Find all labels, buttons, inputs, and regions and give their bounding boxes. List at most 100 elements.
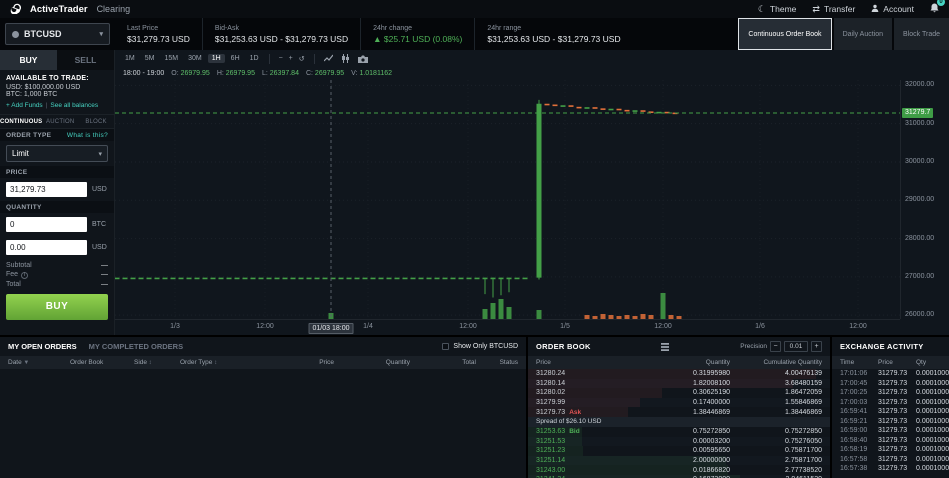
buy-tab[interactable]: BUY bbox=[0, 50, 57, 70]
ob-col-quantity[interactable]: Quantity bbox=[602, 359, 730, 366]
view-tab-continuous-order-book[interactable]: Continuous Order Book bbox=[738, 18, 831, 50]
view-tab-block-trade[interactable]: Block Trade bbox=[894, 18, 949, 50]
account-menu[interactable]: Account bbox=[871, 4, 914, 14]
chart-plot[interactable] bbox=[115, 80, 900, 319]
view-tab-daily-auction[interactable]: Daily Auction bbox=[834, 18, 892, 50]
orderbook-ask-row[interactable]: 31280.141.820081003.68480159 bbox=[528, 379, 830, 389]
act-col-time[interactable]: Time bbox=[840, 359, 878, 366]
notifications-button[interactable]: 0 bbox=[930, 3, 939, 15]
theme-button[interactable]: ☾ Theme bbox=[758, 4, 797, 15]
orders-column-status[interactable]: Status bbox=[476, 359, 518, 366]
main-row: BUY SELL AVAILABLE TO TRADE: USD: $100,0… bbox=[0, 50, 949, 335]
total-label: Feei bbox=[6, 271, 28, 279]
transfer-button[interactable]: ⇄ Transfer bbox=[812, 4, 855, 15]
trade-row[interactable]: 17:00:2531279.730.00010000 bbox=[832, 388, 949, 398]
tab-my-completed-orders[interactable]: MY COMPLETED ORDERS bbox=[89, 342, 183, 351]
quantity-usd-input[interactable] bbox=[6, 240, 87, 255]
timeframe-1m[interactable]: 1M bbox=[121, 54, 139, 63]
trade-row[interactable]: 16:58:1931279.730.00010000 bbox=[832, 445, 949, 455]
reset-zoom-icon[interactable]: ↺ bbox=[296, 55, 308, 63]
price-input[interactable] bbox=[6, 182, 87, 197]
orders-column-date[interactable]: Date ▼ bbox=[8, 359, 70, 366]
orders-column-quantity[interactable]: Quantity bbox=[334, 359, 410, 366]
orders-column-order-book[interactable]: Order Book bbox=[70, 359, 134, 366]
orderbook-bid-row[interactable]: 31251.142.000000002.75871700 bbox=[528, 456, 830, 466]
quantity-btc-input[interactable] bbox=[6, 217, 87, 232]
trade-row[interactable]: 16:58:4031279.730.00010000 bbox=[832, 436, 949, 446]
trade-row[interactable]: 17:01:0631279.730.00010000 bbox=[832, 369, 949, 379]
total-value: — bbox=[101, 271, 108, 278]
ohlc-pair: H: 26979.95 bbox=[217, 70, 255, 77]
precision-decrease-button[interactable]: − bbox=[770, 341, 781, 352]
y-axis-tick: 28000.00 bbox=[905, 235, 934, 242]
trade-row[interactable]: 17:00:4531279.730.00010000 bbox=[832, 379, 949, 389]
mode-tab-block[interactable]: BLOCK bbox=[78, 115, 114, 128]
act-col-price[interactable]: Price bbox=[878, 359, 916, 366]
orders-column-side[interactable]: Side ↕ bbox=[134, 359, 180, 366]
orderbook-ask-row[interactable]: 31279.73Ask1.384468691.38446869 bbox=[528, 407, 830, 417]
trade-row[interactable]: 16:59:4131279.730.00010000 bbox=[832, 407, 949, 417]
trade-row[interactable]: 17:00:0331279.730.00010000 bbox=[832, 398, 949, 408]
ob-price: 31279.99 bbox=[536, 399, 602, 406]
x-axis[interactable]: 1/312:0001/03 18:001/412:001/512:001/612… bbox=[115, 319, 900, 335]
chevron-down-icon: ▾ bbox=[98, 150, 102, 158]
line-chart-icon[interactable] bbox=[321, 54, 336, 63]
buy-button[interactable]: BUY bbox=[6, 294, 108, 320]
total-row-total: Total— bbox=[6, 281, 108, 288]
balances: USD: $100,000.00 USDBTC: 1,000 BTC bbox=[6, 84, 108, 98]
trade-row[interactable]: 16:57:5831279.730.00010000 bbox=[832, 455, 949, 465]
orderbook-bid-row[interactable]: 31251.230.005956500.75871700 bbox=[528, 446, 830, 456]
y-axis-tick: 32000.00 bbox=[905, 81, 934, 88]
y-axis-tick: 27000.00 bbox=[905, 273, 934, 280]
chart-area: 1M5M15M30M1H6H1D −+↺ 18:00 - 19:00 O: 26… bbox=[115, 50, 949, 335]
zoom-out-icon[interactable]: − bbox=[276, 55, 286, 63]
market-stat-bid-ask: Bid-Ask$31,253.63 USD - $31,279.73 USD bbox=[202, 18, 360, 50]
orders-column-total[interactable]: Total bbox=[410, 359, 476, 366]
order-type-select[interactable]: Limit ▾ bbox=[6, 145, 108, 162]
what-is-this-link[interactable]: What is this? bbox=[67, 132, 108, 139]
timeframe-30m[interactable]: 30M bbox=[184, 54, 206, 63]
orderbook-ask-row[interactable]: 31279.990.174000001.55846869 bbox=[528, 398, 830, 408]
orderbook-ask-row[interactable]: 31280.240.319959804.00476139 bbox=[528, 369, 830, 379]
mode-tab-auction[interactable]: AUCTION bbox=[42, 115, 78, 128]
ob-col-cumulative[interactable]: Cumulative Quantity bbox=[730, 359, 822, 366]
sort-icon: ▼ bbox=[22, 360, 30, 366]
trade-row[interactable]: 16:57:3831279.730.00010000 bbox=[832, 464, 949, 474]
ob-quantity: 0.30625190 bbox=[602, 389, 730, 396]
act-col-qty[interactable]: Qty bbox=[916, 359, 949, 366]
candlestick-icon[interactable] bbox=[338, 54, 353, 63]
add-funds-link[interactable]: + Add Funds bbox=[6, 102, 43, 109]
trade-row[interactable]: 16:59:2131279.730.00010000 bbox=[832, 417, 949, 427]
zoom-in-icon[interactable]: + bbox=[286, 55, 296, 63]
sell-tab[interactable]: SELL bbox=[57, 50, 114, 70]
timeframe-6h[interactable]: 6H bbox=[227, 54, 244, 63]
tab-my-open-orders[interactable]: MY OPEN ORDERS bbox=[8, 342, 77, 351]
price-axis[interactable]: 32000.0031000.0030000.0029000.0028000.00… bbox=[900, 80, 949, 319]
mode-tab-continuous[interactable]: CONTINUOUS bbox=[0, 115, 42, 128]
ob-bid-tag: Bid bbox=[569, 428, 579, 435]
orders-column-order-type[interactable]: Order Type ↕ bbox=[180, 359, 250, 366]
nav-clearing[interactable]: Clearing bbox=[97, 4, 131, 14]
orderbook-bid-row[interactable]: 31253.63Bid0.752728500.75272850 bbox=[528, 427, 830, 437]
timeframe-1d[interactable]: 1D bbox=[246, 54, 263, 63]
btcusd-filter[interactable]: Show Only BTCUSD bbox=[442, 343, 518, 350]
orderbook-bid-row[interactable]: 31243.000.018668202.77738520 bbox=[528, 465, 830, 475]
y-axis-tick: 29000.00 bbox=[905, 196, 934, 203]
ob-cumulative: 0.75871700 bbox=[730, 447, 822, 454]
show-only-btcusd-checkbox[interactable] bbox=[442, 343, 449, 350]
ob-col-price[interactable]: Price bbox=[536, 359, 602, 366]
ob-cumulative: 4.00476139 bbox=[730, 370, 822, 377]
orderbook-ask-row[interactable]: 31280.020.306251901.86472059 bbox=[528, 388, 830, 398]
precision-increase-button[interactable]: + bbox=[811, 341, 822, 352]
orderbook-bid-row[interactable]: 31251.530.000032000.75276050 bbox=[528, 437, 830, 447]
trade-row[interactable]: 16:59:0031279.730.00010000 bbox=[832, 426, 949, 436]
timeframe-15m[interactable]: 15M bbox=[160, 54, 182, 63]
timeframe-5m[interactable]: 5M bbox=[141, 54, 159, 63]
timeframe-1h[interactable]: 1H bbox=[208, 54, 225, 63]
pair-selector[interactable]: BTCUSD ▾ bbox=[5, 23, 110, 45]
orderbook-layout-icon[interactable] bbox=[661, 343, 669, 351]
orders-column-price[interactable]: Price bbox=[250, 359, 334, 366]
candlestick-chart[interactable] bbox=[115, 80, 900, 319]
see-all-balances-link[interactable]: See all balances bbox=[50, 102, 98, 109]
camera-icon[interactable] bbox=[355, 55, 371, 63]
